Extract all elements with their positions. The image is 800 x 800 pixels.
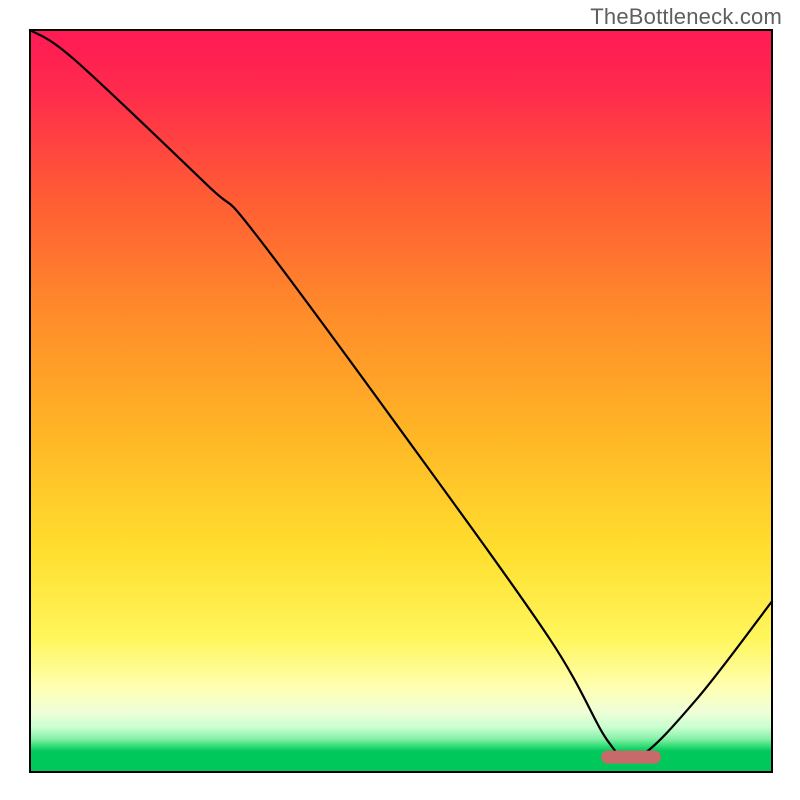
- optimal-marker: [601, 751, 660, 764]
- plot-background: [30, 30, 772, 772]
- watermark-text: TheBottleneck.com: [590, 4, 782, 30]
- bottleneck-chart: [0, 0, 800, 800]
- chart-container: { "watermark": "TheBottleneck.com", "cha…: [0, 0, 800, 800]
